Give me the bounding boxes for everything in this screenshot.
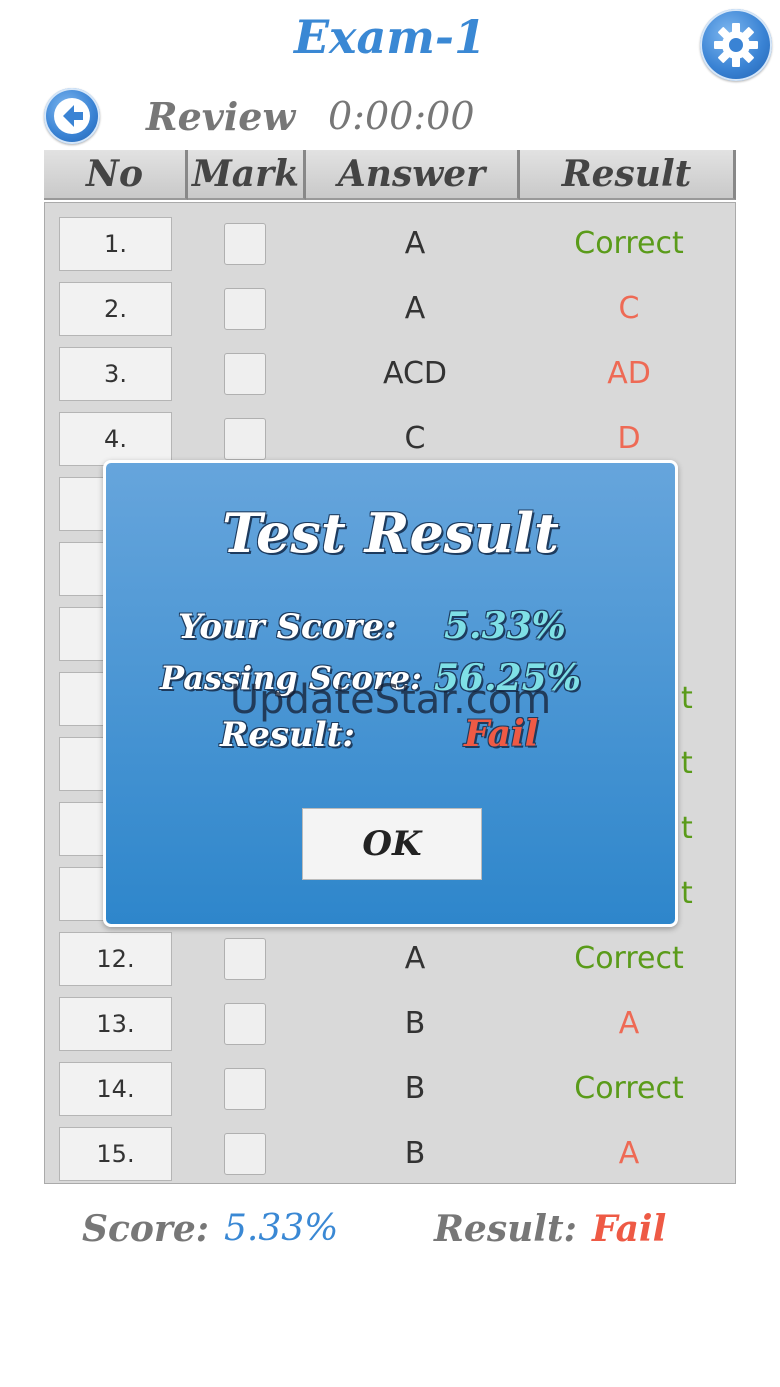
your-score-value: 5.33% [444,605,566,647]
mark-checkbox[interactable] [224,1068,266,1110]
answer-cell: B [404,1136,426,1171]
result-cell: Correct [574,226,684,261]
mark-checkbox[interactable] [224,288,266,330]
question-number-button[interactable]: 4. [59,412,172,466]
your-score-label: Your Score: [178,607,397,647]
back-arrow-icon [54,98,90,134]
question-number-button[interactable]: 1. [59,217,172,271]
table-row[interactable]: 13. B A [45,983,735,1051]
column-header-mark: Mark [188,150,306,200]
settings-button[interactable] [700,9,772,81]
mark-checkbox[interactable] [224,938,266,980]
answer-cell: A [404,941,426,976]
test-result-dialog: Test Result Your Score: 5.33% Passing Sc… [103,460,678,927]
answer-cell: A [404,226,426,261]
result-cell: A [618,1006,640,1041]
back-button[interactable] [44,88,100,144]
table-row[interactable]: 2. A C [45,268,735,336]
column-header-answer: Answer [306,150,520,200]
timer: 0:00:00 [328,94,475,138]
question-number-button[interactable]: 15. [59,1127,172,1181]
result-cell: t [681,681,693,716]
table-row[interactable]: 12. A Correct [45,918,735,986]
mark-checkbox[interactable] [224,1003,266,1045]
review-label: Review [146,94,296,139]
mark-checkbox[interactable] [224,1133,266,1175]
question-number-button[interactable]: 12. [59,932,172,986]
question-number-button[interactable]: 14. [59,1062,172,1116]
result-cell: A [618,1136,640,1171]
table-row[interactable]: 3. ACD AD [45,333,735,401]
result-cell: D [617,421,641,456]
footer-score-value: 5.33% [224,1208,339,1249]
gear-icon [714,23,758,67]
page-title: Exam-1 [293,10,487,64]
column-header-result: Result [520,150,736,200]
mark-checkbox[interactable] [224,418,266,460]
column-header-no: No [44,150,188,200]
table-row[interactable]: 15. B A [45,1113,735,1181]
dialog-title: Test Result [222,501,559,565]
footer-result-value: Fail [592,1208,667,1250]
result-cell: t [681,876,693,911]
footer-score-label: Score: [82,1208,210,1250]
table-row[interactable]: 14. B Correct [45,1048,735,1116]
mark-checkbox[interactable] [224,223,266,265]
result-value: Fail [464,713,539,755]
result-cell: t [681,746,693,781]
result-cell: t [681,811,693,846]
answer-cell: C [404,421,426,456]
result-cell: AD [607,356,651,391]
footer-result-label: Result: [434,1208,577,1250]
result-cell: Correct [574,1071,684,1106]
watermark: UpdateStar.com [229,677,552,723]
question-number-button[interactable]: 13. [59,997,172,1051]
answer-cell: A [404,291,426,326]
answer-cell: ACD [382,356,448,391]
result-cell: C [618,291,640,326]
result-cell: Correct [574,941,684,976]
mark-checkbox[interactable] [224,353,266,395]
question-number-button[interactable]: 2. [59,282,172,336]
answer-cell: B [404,1006,426,1041]
ok-button[interactable]: OK [302,808,482,880]
table-row[interactable]: 4. C D [45,398,735,466]
answer-cell: B [404,1071,426,1106]
result-label: Result: [220,715,355,755]
question-number-button[interactable]: 3. [59,347,172,401]
table-row[interactable]: 1. A Correct [45,203,735,271]
